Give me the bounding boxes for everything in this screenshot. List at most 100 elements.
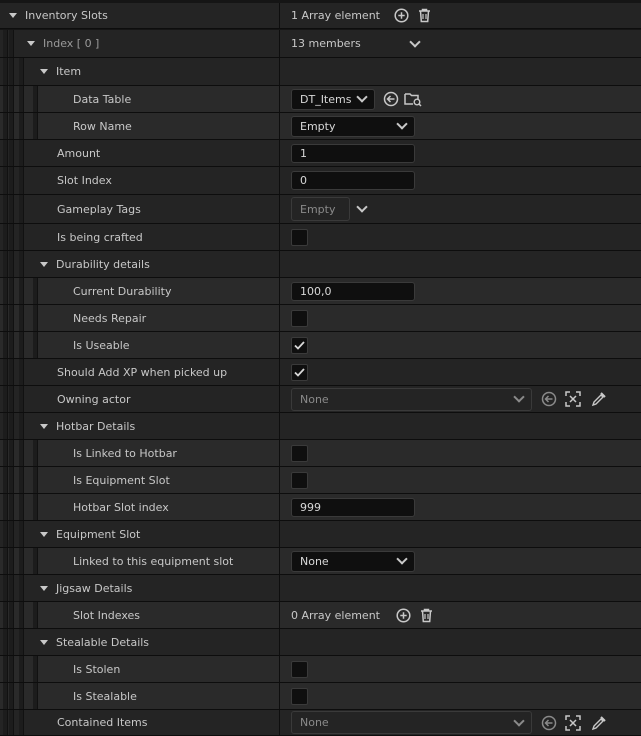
is-useable-row: Is Useable (0, 332, 641, 359)
add-xp-label: Should Add XP when picked up (57, 365, 228, 379)
stealable-expander[interactable]: Stealable Details (40, 629, 149, 655)
index-0-value[interactable]: 13 members (291, 30, 421, 57)
hotbar-label: Hotbar Details (56, 419, 136, 433)
data-table-combo[interactable]: DT_Items (291, 88, 375, 110)
owning-actor-value: None (300, 392, 329, 406)
slot-index-row: Slot Index 0 (0, 167, 641, 195)
eyedropper-icon[interactable] (590, 390, 608, 408)
add-circle-icon[interactable] (393, 7, 411, 25)
expand-arrow-icon[interactable] (40, 69, 48, 74)
row-name-row: Row Name Empty (0, 113, 641, 140)
hotbar-slot-index-input[interactable]: 999 (291, 497, 415, 517)
index-0-expander[interactable]: Index [ 0 ] (27, 30, 99, 57)
is-useable-label: Is Useable (73, 338, 130, 352)
use-selected-icon[interactable] (540, 390, 558, 408)
equipment-slot-category-row: Equipment Slot (0, 521, 641, 548)
add-xp-checkbox[interactable] (291, 363, 308, 381)
current-durability-value: 100,0 (300, 284, 332, 298)
is-useable-checkbox[interactable] (291, 336, 308, 354)
amount-value: 1 (300, 146, 307, 160)
chevron-down-icon (513, 714, 525, 727)
trash-icon[interactable] (418, 606, 436, 624)
expand-arrow-icon[interactable] (9, 13, 17, 18)
is-equipment-slot-row: Is Equipment Slot (0, 467, 641, 494)
current-durability-row: Current Durability 100,0 (0, 278, 641, 305)
amount-input[interactable]: 1 (291, 143, 415, 163)
equipment-slot-expander[interactable]: Equipment Slot (40, 521, 140, 547)
linked-equipment-slot-label: Linked to this equipment slot (73, 554, 234, 568)
slot-indexes-row: Slot Indexes 0 Array element (0, 602, 641, 629)
browse-arrow-icon[interactable] (382, 90, 400, 108)
needs-repair-checkbox[interactable] (291, 309, 308, 327)
details-panel: Inventory Slots 1 Array element Index [ … (0, 0, 641, 736)
linked-to-hotbar-checkbox[interactable] (291, 444, 308, 462)
data-table-row: Data Table DT_Items (0, 86, 641, 113)
contained-items-value: None (300, 716, 329, 729)
gameplay-tags-label: Gameplay Tags (57, 202, 141, 216)
linked-equipment-slot-combo[interactable]: None (291, 550, 415, 572)
contained-items-combo[interactable]: None (291, 711, 532, 734)
amount-label: Amount (57, 146, 101, 160)
trash-icon[interactable] (416, 7, 434, 25)
contained-items-row: Contained Items None (0, 710, 641, 736)
chevron-down-icon[interactable] (356, 201, 368, 213)
durability-category-row: Durability details (0, 251, 641, 278)
index-0-row: Index [ 0 ] 13 members (0, 30, 641, 58)
jigsaw-category-row: Jigsaw Details (0, 575, 641, 602)
expand-arrow-icon[interactable] (27, 41, 35, 46)
slot-index-value: 0 (300, 174, 307, 187)
hotbar-category-row: Hotbar Details (0, 413, 641, 440)
expand-arrow-icon[interactable] (40, 531, 48, 537)
chevron-down-icon[interactable] (409, 35, 421, 48)
current-durability-label: Current Durability (73, 284, 172, 298)
row-name-combo[interactable]: Empty (291, 115, 415, 137)
expand-arrow-icon[interactable] (40, 261, 48, 267)
hotbar-slot-index-row: Hotbar Slot index 999 (0, 494, 641, 521)
slot-indexes-count: 0 Array element (291, 608, 380, 622)
chevron-down-icon (396, 118, 408, 130)
linked-to-hotbar-label: Is Linked to Hotbar (73, 446, 177, 460)
row-name-value: Empty (300, 119, 336, 133)
is-stealable-checkbox[interactable] (291, 687, 308, 705)
eyedropper-icon[interactable] (590, 714, 608, 732)
needs-repair-row: Needs Repair (0, 305, 641, 332)
folder-search-icon[interactable] (404, 90, 422, 108)
use-selected-icon[interactable] (540, 714, 558, 732)
linked-to-hotbar-row: Is Linked to Hotbar (0, 440, 641, 467)
durability-label: Durability details (56, 257, 150, 271)
owning-actor-combo[interactable]: None (291, 387, 532, 411)
linked-equipment-slot-row: Linked to this equipment slot None (0, 548, 641, 575)
expand-arrow-icon[interactable] (40, 639, 48, 645)
checkmark-icon (294, 367, 305, 377)
hotbar-expander[interactable]: Hotbar Details (40, 413, 135, 439)
expand-arrow-icon[interactable] (40, 585, 48, 591)
item-label: Item (56, 65, 82, 78)
add-circle-icon[interactable] (395, 606, 413, 624)
inventory-slots-count: 1 Array element (291, 9, 380, 22)
hotbar-slot-index-value: 999 (300, 500, 321, 514)
slot-index-label: Slot Index (57, 174, 112, 187)
is-equipment-slot-checkbox[interactable] (291, 471, 308, 489)
jigsaw-label: Jigsaw Details (56, 581, 133, 595)
hotbar-slot-index-label: Hotbar Slot index (73, 500, 169, 514)
expand-arrow-icon[interactable] (40, 423, 48, 429)
gameplay-tags-button[interactable]: Empty (291, 197, 350, 221)
stealable-category-row: Stealable Details (0, 629, 641, 656)
is-stealable-row: Is Stealable (0, 683, 641, 710)
pick-actor-icon[interactable] (564, 390, 582, 408)
inventory-slots-expander[interactable]: Inventory Slots (9, 3, 108, 28)
current-durability-input[interactable]: 100,0 (291, 281, 415, 301)
owning-actor-row: Owning actor None (0, 386, 641, 413)
index-0-members: 13 members (291, 37, 361, 50)
jigsaw-expander[interactable]: Jigsaw Details (40, 575, 132, 601)
stealable-label: Stealable Details (56, 635, 150, 649)
is-being-crafted-checkbox[interactable] (291, 228, 308, 246)
checkmark-icon (294, 340, 305, 350)
durability-expander[interactable]: Durability details (40, 251, 150, 277)
linked-equipment-slot-value: None (300, 554, 329, 568)
is-stolen-checkbox[interactable] (291, 660, 308, 678)
pick-actor-icon[interactable] (564, 714, 582, 732)
slot-index-input[interactable]: 0 (291, 171, 415, 190)
inventory-slots-label: Inventory Slots (25, 9, 108, 22)
item-expander[interactable]: Item (40, 58, 81, 85)
